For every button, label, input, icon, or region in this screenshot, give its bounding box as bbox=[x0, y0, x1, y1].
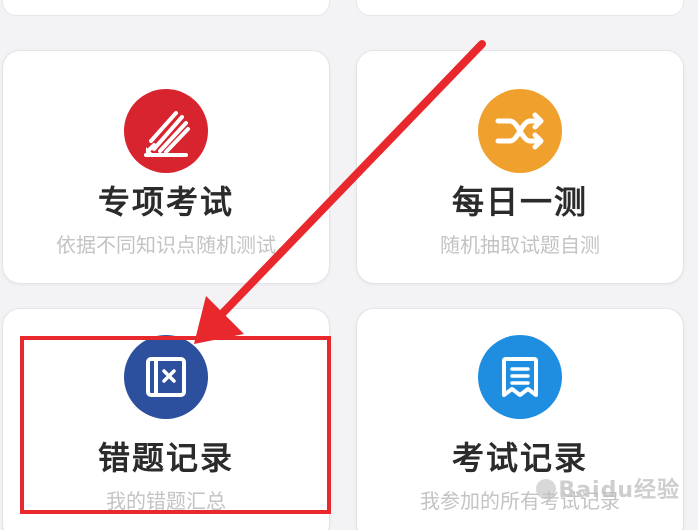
tile-title: 每日一测 bbox=[451, 183, 588, 221]
document-list-icon bbox=[478, 335, 562, 419]
watermark-text: Baidu经验 bbox=[558, 478, 680, 503]
top-card-partial-left[interactable] bbox=[2, 0, 330, 16]
tile-subtitle: 依据不同知识点随机测试 bbox=[56, 233, 276, 257]
paw-icon bbox=[536, 479, 557, 499]
exam-menu-screen: 专项考试 依据不同知识点随机测试 每日一测 随机抽取试题自测 错题记录 我的错题… bbox=[0, 0, 698, 530]
pencil-edit-icon bbox=[124, 89, 208, 173]
tile-daily-test[interactable]: 每日一测 随机抽取试题自测 bbox=[356, 50, 684, 284]
tile-special-exam[interactable]: 专项考试 依据不同知识点随机测试 bbox=[2, 50, 330, 284]
wrong-answer-book-icon bbox=[124, 335, 208, 419]
tile-wrong-answers[interactable]: 错题记录 我的错题汇总 bbox=[2, 308, 330, 530]
tile-subtitle: 随机抽取试题自测 bbox=[440, 233, 600, 257]
shuffle-icon bbox=[478, 89, 562, 173]
tile-title: 错题记录 bbox=[97, 439, 234, 477]
tile-subtitle: 我的错题汇总 bbox=[106, 489, 226, 513]
tile-title: 专项考试 bbox=[97, 183, 234, 221]
watermark: Baidu经验 bbox=[534, 472, 680, 504]
top-card-partial-right[interactable] bbox=[356, 0, 684, 16]
